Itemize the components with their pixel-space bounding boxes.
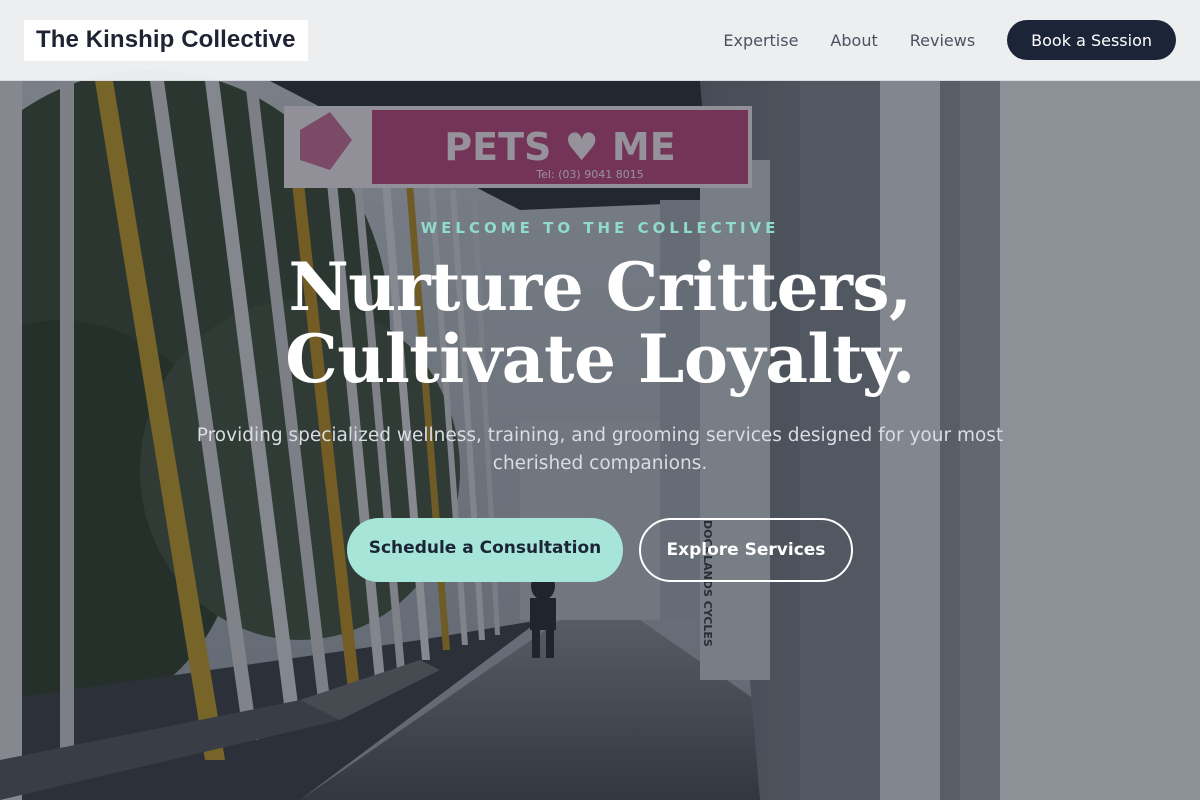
nav-link-reviews[interactable]: Reviews — [910, 31, 975, 50]
hero-section: WELCOME TO THE COLLECTIVE Nurture Critte… — [0, 81, 1200, 800]
book-session-button[interactable]: Book a Session — [1007, 20, 1176, 60]
brand-logo[interactable]: The Kinship Collective — [24, 19, 308, 61]
hero-headline-line-1: Nurture Critters, — [288, 248, 912, 326]
schedule-consultation-button[interactable]: Schedule a Consultation — [347, 518, 623, 582]
nav-link-expertise[interactable]: Expertise — [723, 31, 798, 50]
main-nav: Expertise About Reviews Book a Session — [723, 20, 1176, 60]
hero-subtitle: Providing specialized wellness, training… — [196, 425, 1004, 474]
hero-eyebrow: WELCOME TO THE COLLECTIVE — [420, 219, 780, 237]
site-header: The Kinship Collective Expertise About R… — [0, 0, 1200, 81]
nav-link-about[interactable]: About — [830, 31, 877, 50]
explore-services-button[interactable]: Explore Services — [639, 518, 853, 582]
hero-headline: Nurture Critters, Cultivate Loyalty. — [0, 251, 1200, 395]
hero-headline-line-2: Cultivate Loyalty. — [285, 320, 915, 398]
hero-actions: Schedule a Consultation Explore Services — [0, 518, 1200, 582]
